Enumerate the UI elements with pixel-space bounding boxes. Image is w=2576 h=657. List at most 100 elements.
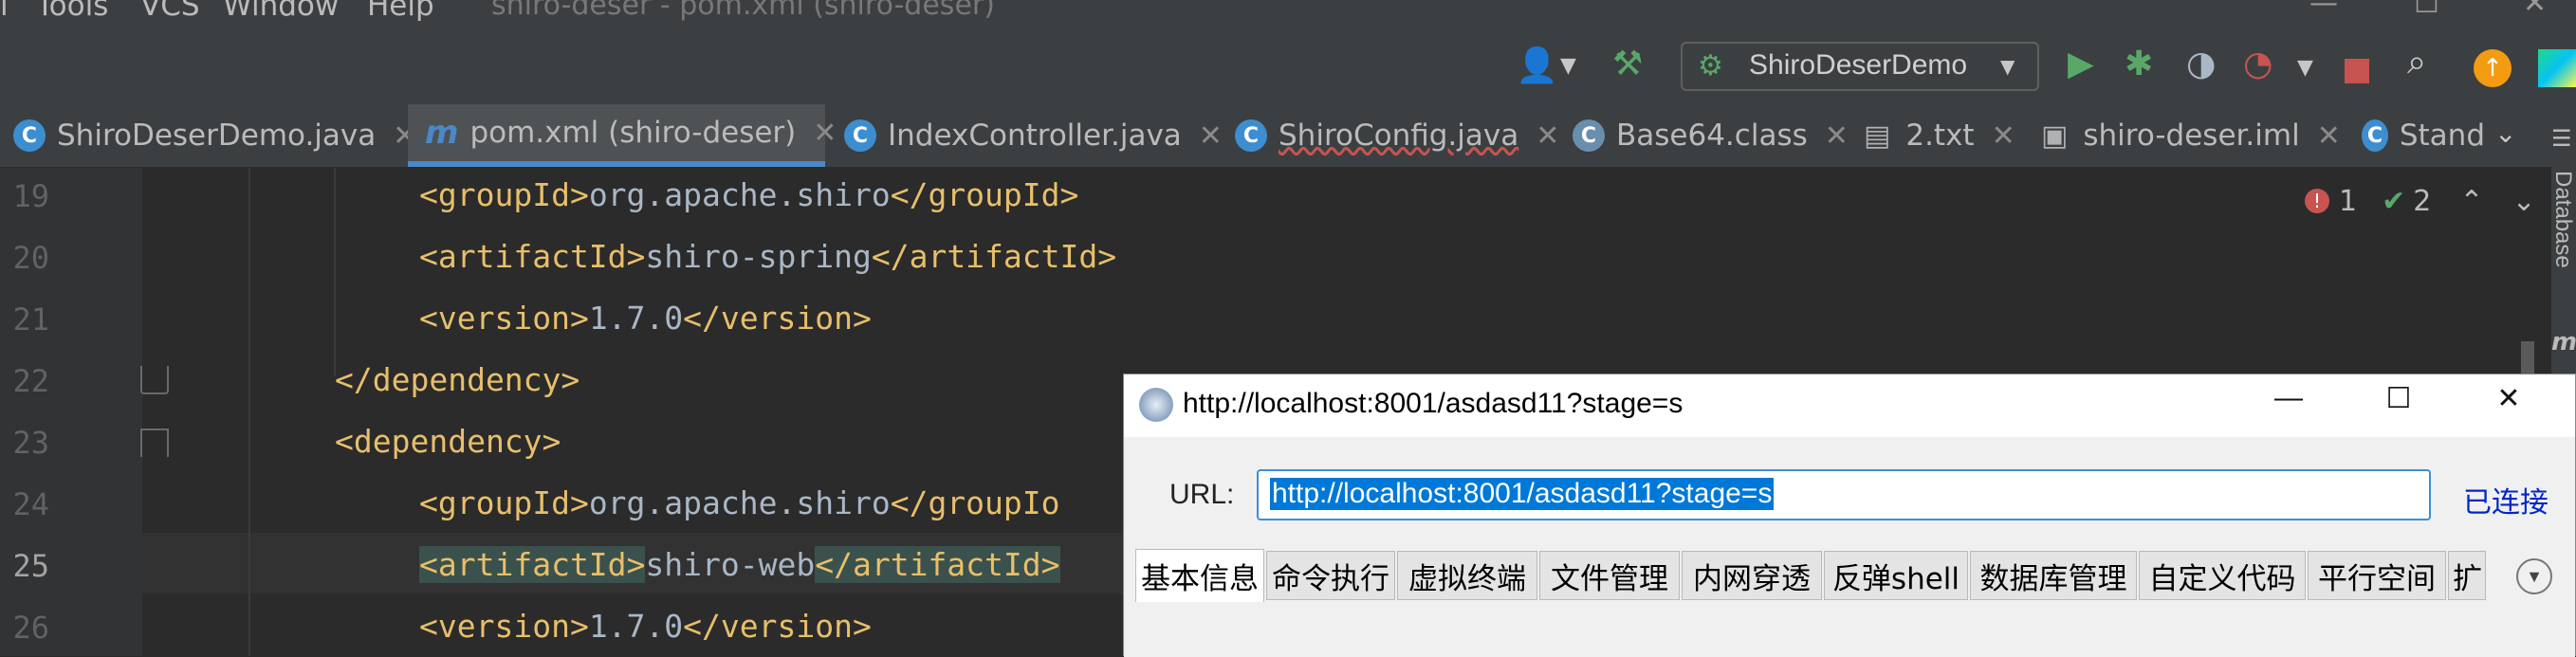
coverage-icon[interactable]: ◑ [2186,46,2216,83]
menu-help[interactable]: Help [367,0,434,23]
app-globe-icon [1139,388,1173,422]
maximize-icon[interactable]: ☐ [2414,0,2439,20]
spring-boot-icon: ⚙ [1698,49,1723,82]
code-line-21[interactable]: <version>1.7.0</version> [419,300,872,337]
database-tool-icon[interactable]: ☰ [2551,125,2572,152]
tab-reverse-shell[interactable]: 反弹shell [1824,551,1968,600]
tab-file-manager[interactable]: 文件管理 [1539,551,1680,600]
tab-label: shiro-deser.iml [2083,119,2300,153]
dialog-title: http://localhost:8001/asdasd11?stage=s [1183,388,1684,419]
tab-shirodeserdemo-java[interactable]: C ShiroDeserDemo.java ✕ [13,104,416,167]
close-tab-icon[interactable]: ✕ [1992,119,2015,153]
close-icon[interactable]: ✕ [2523,0,2547,20]
debug-bug-icon[interactable]: ✱ [2125,46,2153,83]
tab-custom-code[interactable]: 自定义代码 [2139,551,2306,600]
line-number: 26 [12,610,49,646]
inspection-widget[interactable]: ! 1 ✔ 2 ⌃ ⌄ [2305,182,2536,220]
previous-highlight-icon[interactable]: ⌃ [2459,185,2483,218]
tab-intranet-tunnel[interactable]: 内网穿透 [1682,551,1822,600]
editor-scrollbar-thumb[interactable] [2521,341,2534,375]
tab-basic-info[interactable]: 基本信息 [1135,549,1264,602]
tab-stand[interactable]: C Stand [2362,104,2485,167]
user-icon[interactable]: 👤 [1516,47,1558,85]
run-config-label: ShiroDeserDemo [1749,49,1968,81]
chevron-down-icon[interactable]: ▼ [1560,47,1576,85]
tab-label: ShiroDeserDemo.java [57,119,377,153]
code-line-26[interactable]: <version>1.7.0</version> [419,608,872,645]
tab-label: pom.xml (shiro-deser) [469,116,797,150]
url-label: URL: [1169,479,1235,510]
warning-count: 2 [2413,184,2432,218]
class-file-icon: C [1573,119,1605,152]
close-tab-icon[interactable]: ✕ [813,117,837,150]
menu-bar: ı Tools VCS Window Help shiro-deser - po… [0,0,2576,23]
java-class-icon: C [1235,119,1267,152]
tab-command-exec[interactable]: 命令执行 [1266,551,1395,600]
stop-icon[interactable] [2345,59,2369,83]
tab-label: 2.txt [1905,119,1975,153]
java-class-icon: C [13,119,46,152]
window-title: shiro-deser - pom.xml (shiro-deser) [491,0,995,22]
tab-label: ShiroConfig.java [1279,119,1519,153]
profiler-icon[interactable]: ◔ [2243,46,2272,83]
code-line-24[interactable]: <groupId>org.apache.shiro</groupIo [419,484,1060,521]
code-line-23[interactable]: <dependency> [335,423,561,460]
search-icon[interactable]: ⌕ [2407,44,2426,82]
chevron-down-icon[interactable]: ▼ [2297,49,2313,87]
close-icon[interactable]: ✕ [2480,382,2537,415]
line-number: 19 [12,178,49,214]
maven-tool-icon[interactable]: m [2551,328,2576,356]
tab-indexcontroller-java[interactable]: C IndexController.java ✕ [844,104,1223,167]
close-tab-icon[interactable]: ✕ [1536,119,1559,153]
tab-overflow-partial[interactable]: 扩 [2448,551,2486,600]
java-class-icon: C [2362,119,2388,152]
update-icon[interactable]: ↑ [2474,49,2512,87]
close-tab-icon[interactable]: ✕ [1825,119,1849,153]
editor-tab-bar: C ShiroDeserDemo.java ✕ m pom.xml (shiro… [0,104,2576,168]
indent-guide [334,168,336,376]
connection-status-link[interactable]: 已连接 [2463,479,2548,520]
tab-label: Base64.class [1616,119,1808,153]
menu-window[interactable]: Window [223,0,339,23]
code-line-22[interactable]: </dependency> [335,361,580,398]
warning-check-icon: ✔ [2382,184,2406,218]
tab-database-manager[interactable]: 数据库管理 [1970,551,2137,600]
minimize-icon[interactable]: — [2260,382,2317,414]
error-icon: ! [2305,189,2329,213]
tab-shiro-deser-iml[interactable]: ▣ shiro-deser.iml ✕ [2041,104,2341,167]
menu-tools[interactable]: Tools [36,0,108,23]
line-number: 20 [12,240,49,276]
code-line-19[interactable]: <groupId>org.apache.shiro</groupId> [419,176,1078,213]
line-number: 21 [12,301,49,338]
run-icon[interactable]: ▶ [2068,46,2094,83]
toolbox-logo-icon[interactable] [2538,49,2576,87]
tab-list-chevron-icon[interactable]: ⌄ [2494,118,2516,149]
url-value: http://localhost:8001/asdasd11?stage=s [1270,478,1775,510]
tab-pom-xml[interactable]: m pom.xml (shiro-deser) ✕ [408,104,837,167]
close-tab-icon[interactable]: ✕ [1199,119,1223,153]
database-tool-label[interactable]: Database [2549,171,2576,268]
tab-shiroconfig-java[interactable]: C ShiroConfig.java ✕ [1235,104,1559,167]
code-line-20[interactable]: <artifactId>shiro-spring</artifactId> [419,238,1116,275]
tab-parallel-space[interactable]: 平行空间 [2308,551,2446,600]
url-input[interactable]: http://localhost:8001/asdasd11?stage=s [1257,469,2431,520]
tabs-scroll-chevron-icon[interactable]: ▼ [2516,558,2552,594]
close-tab-icon[interactable]: ✕ [2317,119,2341,153]
tab-base64-class[interactable]: C Base64.class ✕ [1573,104,1849,167]
menu-partial-item[interactable]: ı [0,0,9,23]
next-highlight-icon[interactable]: ⌄ [2512,185,2535,218]
tab-label: IndexController.java [888,119,1182,153]
maximize-icon[interactable]: ☐ [2370,382,2427,415]
minimize-icon[interactable]: — [2309,0,2338,20]
fold-end-icon[interactable] [140,366,169,394]
tab-2-txt[interactable]: ▤ 2.txt ✕ [1864,104,2015,167]
line-number: 23 [12,425,49,461]
build-hammer-icon[interactable]: ⚒ [1612,46,1643,83]
indent-guide [248,168,250,656]
menu-vcs[interactable]: VCS [140,0,200,23]
code-line-25[interactable]: <artifactId>shiro-web</artifactId> [419,546,1060,583]
maven-icon: m [425,114,459,152]
fold-start-icon[interactable] [140,429,169,457]
tab-virtual-terminal[interactable]: 虚拟终端 [1397,551,1537,600]
run-configuration-selector[interactable]: ⚙ ShiroDeserDemo ▼ [1681,42,2039,91]
